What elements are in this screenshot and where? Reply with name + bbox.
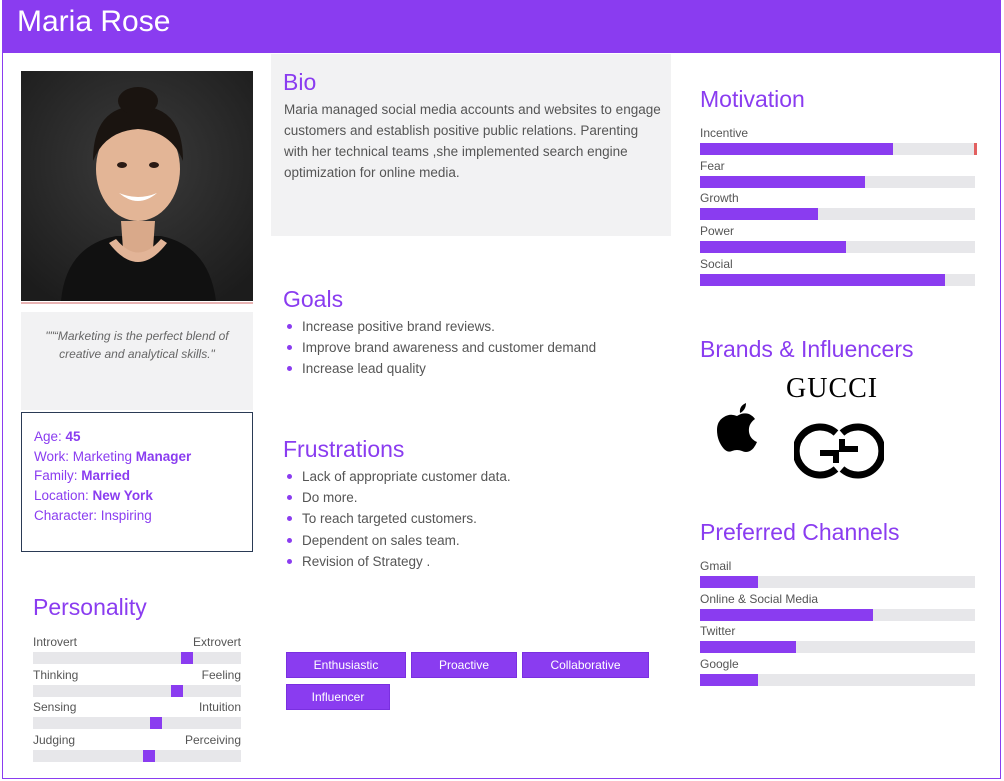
header-bar: Maria Rose [3, 1, 1000, 53]
character-row: Character: Inspiring [34, 507, 152, 523]
tag-proactive[interactable]: Proactive [411, 652, 517, 678]
brands-title: Brands & Influencers [700, 336, 914, 362]
channel-bar-label: Online & Social Media [700, 591, 819, 606]
age-row: Age: 45 [34, 427, 240, 447]
profile-photo [21, 71, 253, 301]
motivation-bar-fill [700, 241, 846, 254]
age-value: 45 [65, 429, 81, 444]
work-row: Work: Marketing Manager [34, 447, 240, 467]
work-value: Manager [135, 448, 192, 464]
personality-left-label: Thinking [33, 667, 79, 682]
list-item: Improve brand awareness and customer dem… [284, 337, 596, 358]
personality-left-label: Sensing [33, 700, 77, 715]
bio-title: Bio [283, 69, 317, 95]
location-label: Location: [34, 488, 93, 504]
personality-knob [171, 684, 183, 697]
personality-left-label: Introvert [33, 635, 78, 649]
channel-bar-fill [700, 641, 796, 654]
channel-bar-fill [700, 576, 758, 588]
personality-knob [143, 750, 155, 763]
photo-divider [21, 302, 253, 304]
tag-influencer[interactable]: Influencer [286, 684, 390, 710]
channel-bar-track [700, 576, 975, 588]
motivation-bar-fill [700, 273, 945, 286]
location-value: New York [92, 488, 153, 504]
channel-bar-label: Google [700, 657, 739, 672]
personality-title: Personality [33, 594, 147, 620]
personality-right-label: Perceiving [184, 733, 241, 748]
personality-track [33, 717, 241, 730]
work-label: Work: Marketing [34, 448, 136, 464]
tag-collaborative[interactable]: Collaborative [522, 652, 649, 678]
motivation-bar-track [700, 273, 975, 286]
personality-right-label: Extrovert [192, 635, 241, 649]
personality-track [33, 684, 241, 697]
motivation-bar-track [700, 241, 975, 254]
personality-right-label: Intuition [198, 700, 241, 715]
list-item: Increase positive brand reviews. [284, 316, 596, 337]
quote-box: ""“Marketing is the perfect blend of cre… [21, 312, 253, 410]
channel-bar-track [700, 674, 975, 687]
gucci-logo [792, 419, 886, 488]
family-label: Family: [34, 468, 82, 484]
channel-bar-track [700, 608, 975, 621]
list-item: Dependent on sales team. [284, 530, 511, 551]
personality-track [33, 652, 241, 664]
personality-left-label: Judging [33, 733, 76, 748]
persona-card: Maria Rose ""“Marketing is the perfect b… [2, 0, 1001, 779]
personality-track [33, 750, 241, 763]
list-item: Increase lead quality [284, 358, 596, 379]
motivation-bar-fill [700, 175, 865, 188]
goals-list: Increase positive brand reviews. Improve… [284, 316, 596, 380]
channel-bar-label: Twitter [700, 624, 736, 639]
personality-knob [150, 717, 162, 730]
motivation-bar-track [700, 143, 975, 155]
channel-bar-label: Gmail [700, 559, 732, 573]
frustrations-list: Lack of appropriate customer data. Do mo… [284, 466, 511, 572]
motivation-bar-label: Growth [700, 191, 739, 206]
list-item: Lack of appropriate customer data. [284, 466, 511, 487]
motivation-bar-label: Power [700, 224, 735, 239]
location-row: Location: New York [34, 486, 240, 506]
channel-bar-track [700, 641, 975, 654]
personality-knob [181, 652, 193, 664]
incentive-marker [974, 143, 977, 155]
apple-logo [715, 399, 759, 458]
channel-bar-fill [700, 674, 758, 687]
family-row: Family: Married [34, 466, 240, 486]
list-item: To reach targeted customers. [284, 508, 511, 529]
personality-right-label: Feeling [201, 667, 241, 682]
persona-name: Maria Rose [17, 5, 171, 38]
goals-title: Goals [283, 286, 344, 312]
motivation-bar-fill [700, 208, 818, 221]
tag-enthusiastic[interactable]: Enthusiastic [286, 652, 406, 678]
motivation-title: Motivation [700, 86, 805, 112]
motivation-bar-label: Incentive [700, 126, 749, 140]
quote-text: ""“Marketing is the perfect blend of cre… [45, 329, 229, 361]
frustrations-title: Frustrations [283, 436, 405, 462]
motivation-bar-fill [700, 143, 893, 155]
channels-title: Preferred Channels [700, 519, 900, 545]
list-item: Revision of Strategy . [284, 551, 511, 572]
gucci-wordmark: GUCCI [786, 373, 879, 404]
motivation-bar-track [700, 208, 975, 221]
motivation-bar-label: Social [700, 256, 733, 271]
bio-text: Maria managed social media accounts and … [284, 102, 661, 180]
demographics-box: Age: 45 Work: Marketing Manager Family: … [21, 412, 253, 552]
channel-bar-fill [700, 608, 873, 621]
age-label: Age: [34, 429, 66, 444]
motivation-bar-label: Fear [700, 158, 725, 173]
motivation-bar-track [700, 175, 975, 188]
list-item: Do more. [284, 487, 511, 508]
family-value: Married [81, 468, 131, 484]
